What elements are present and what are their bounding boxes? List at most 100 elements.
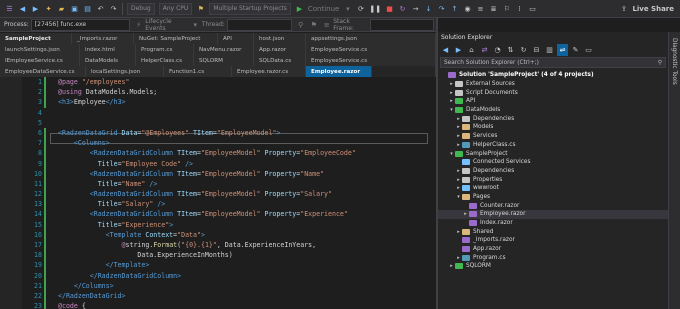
code-line[interactable]: @code { [58, 301, 436, 309]
tree-item[interactable]: App.razor [438, 245, 668, 254]
chevron-down-icon[interactable]: ▾ [455, 194, 462, 200]
tab-sqldata-cs[interactable]: SQLData.cs [254, 55, 306, 66]
code-line[interactable]: Title="Experience"> [58, 220, 436, 230]
tree-item[interactable]: ▸ Models [438, 123, 668, 132]
tab-datamodels[interactable]: DataModels [80, 55, 136, 66]
properties-icon[interactable]: ✎ [570, 44, 581, 56]
restart-icon[interactable]: ↻ [396, 2, 409, 16]
code-line[interactable]: </Columns> [58, 281, 436, 291]
lifecycle-events-label[interactable]: Lifecycle Events [145, 18, 189, 32]
code-line[interactable]: <RadzenDataGridColumn TItem="EmployeeMod… [58, 148, 436, 158]
code-line[interactable]: Title="Name" /> [58, 179, 436, 189]
code-line[interactable]: Title="Salary" /> [58, 199, 436, 209]
tab-imports-razor[interactable]: _Imports.razor [72, 33, 134, 44]
tree-item[interactable]: ▸ Program.cs [438, 253, 668, 262]
step-over-icon[interactable]: ↷ [435, 2, 448, 16]
tree-item[interactable]: ▸ Dependencies [438, 114, 668, 123]
tree-item[interactable]: ▸ SQLORM [438, 262, 668, 271]
live-share-icon[interactable]: ⇪ [617, 2, 630, 16]
tree-item[interactable]: Solution 'SampleProject' (4 of 4 project… [438, 71, 668, 80]
preview-icon[interactable]: ▭ [583, 44, 594, 56]
configuration-dropdown[interactable]: Debug [127, 2, 155, 15]
code-line[interactable]: @using DataModels.Models; [58, 87, 436, 97]
tab-host-json[interactable]: host.json [254, 33, 306, 44]
chevron-down-icon[interactable]: ▾ [448, 151, 455, 157]
code-line[interactable]: <RadzenDataGridColumn TItem="EmployeeMod… [58, 209, 436, 219]
tab-helperclass-cs[interactable]: HelperClass.cs [136, 55, 194, 66]
tab-program-cs[interactable]: Program.cs [136, 44, 194, 55]
chevron-right-icon[interactable]: ▸ [455, 185, 462, 191]
chevron-down-icon[interactable]: ▾ [448, 107, 455, 113]
save-icon[interactable]: ▣ [68, 2, 81, 16]
bookmark-icon[interactable]: ⚐ [500, 2, 513, 16]
chevron-right-icon[interactable]: ▸ [455, 142, 462, 148]
redo-icon[interactable]: ↷ [107, 2, 120, 16]
tab-employee-razor[interactable]: Employee.razor [306, 66, 372, 77]
tree-item[interactable]: ▸ API [438, 97, 668, 106]
tree-item[interactable]: ▸ HelperClass.cs [438, 141, 668, 150]
startup-project-dropdown[interactable]: Multiple Startup Projects [209, 2, 291, 15]
filter-icon[interactable]: ⚲ [294, 18, 307, 32]
breakpoint-icon[interactable]: ◉ [461, 2, 474, 16]
chevron-right-icon[interactable]: ▸ [455, 255, 462, 261]
tree-item[interactable]: ▾ DataModels [438, 106, 668, 115]
vs-menu-icon[interactable]: ☰ [3, 2, 16, 16]
tab-sqlorm[interactable]: SQLORM [194, 55, 254, 66]
break-all-icon[interactable]: ❚❚ [367, 2, 383, 16]
tree-item[interactable]: ▸ Dependencies [438, 167, 668, 176]
diagnostic-tools-tab[interactable]: Diagnostic Tools [668, 32, 680, 309]
thread-dropdown[interactable] [226, 18, 293, 31]
breakpoint-margin[interactable] [0, 77, 22, 309]
chevron-right-icon[interactable]: ▸ [448, 263, 455, 269]
code-line[interactable] [58, 118, 436, 128]
tree-item[interactable]: Counter.razor [438, 201, 668, 210]
code-line[interactable]: <Template Context="Data"> [58, 230, 436, 240]
code-line[interactable]: </RadzenDataGrid> [58, 291, 436, 301]
uncomment-icon[interactable]: ≣ [487, 2, 500, 16]
track-active-item-icon[interactable]: ⇌ [557, 44, 568, 56]
code-line[interactable]: </RadzenDataGridColumn> [58, 271, 436, 281]
refresh-icon[interactable]: ↻ [518, 44, 529, 56]
tree-item[interactable]: ▾ Pages [438, 193, 668, 202]
tab-employeeservice-cs[interactable]: EmployeeService.cs [306, 44, 436, 55]
tab-api[interactable]: API [218, 33, 254, 44]
tab-index-html[interactable]: index.html [80, 44, 136, 55]
tab-navmenu-razor[interactable]: NavMenu.razor [194, 44, 254, 55]
chevron-right-icon[interactable]: ▸ [448, 90, 455, 96]
tab-launchsettings-json[interactable]: launchSettings.json [0, 44, 80, 55]
continue-icon[interactable]: ▶ [293, 2, 306, 16]
chevron-right-icon[interactable]: ▸ [455, 168, 462, 174]
continue-dropdown-icon[interactable]: ▾ [341, 2, 354, 16]
code-line[interactable]: @string.Format("{0}.{1}", Data.Experienc… [58, 240, 436, 250]
code-line[interactable]: <RadzenDataGridColumn TItem="EmployeeMod… [58, 169, 436, 179]
tree-item[interactable]: ▸ External Sources [438, 80, 668, 89]
lifecycle-dropdown-icon[interactable]: ▾ [189, 18, 202, 32]
chevron-right-icon[interactable]: ▸ [455, 229, 462, 235]
home-icon[interactable]: ⌂ [466, 44, 477, 56]
continue-button[interactable]: Continue [306, 2, 341, 16]
code-line[interactable]: <RadzenDataGridColumn TItem="EmployeeMod… [58, 189, 436, 199]
collapse-all-icon[interactable]: ⊟ [531, 44, 542, 56]
chevron-right-icon[interactable]: ▸ [455, 116, 462, 122]
show-next-statement-icon[interactable]: → [409, 2, 422, 16]
code-line[interactable]: </Template> [58, 260, 436, 270]
chevron-right-icon[interactable]: ▸ [455, 177, 462, 183]
forward-icon[interactable]: ▶ [453, 44, 464, 56]
code-line[interactable]: Data.ExperienceInMonths) [58, 250, 436, 260]
comment-icon[interactable]: ≡ [474, 2, 487, 16]
chevron-right-icon[interactable]: ▸ [448, 81, 455, 87]
undo-icon[interactable]: ↶ [94, 2, 107, 16]
step-out-icon[interactable]: ↑ [448, 2, 461, 16]
tree-item[interactable]: ▸ Script Documents [438, 88, 668, 97]
tree-item[interactable]: ▸ Properties [438, 175, 668, 184]
code-line[interactable]: Title="Employee Code" /> [58, 159, 436, 169]
platform-dropdown[interactable]: Any CPU [158, 2, 193, 15]
hot-reload-icon[interactable]: ⟳ [354, 2, 367, 16]
stack-frame-dropdown[interactable] [370, 18, 434, 31]
forward-icon[interactable]: ▶ [29, 2, 42, 16]
tree-item[interactable]: ▸ Employee.razor [438, 210, 668, 219]
sync-icon[interactable]: ⇅ [505, 44, 516, 56]
chevron-right-icon[interactable]: ▸ [455, 124, 462, 130]
tree-item[interactable]: ▾ SampleProject [438, 149, 668, 158]
step-into-icon[interactable]: ↓ [422, 2, 435, 16]
